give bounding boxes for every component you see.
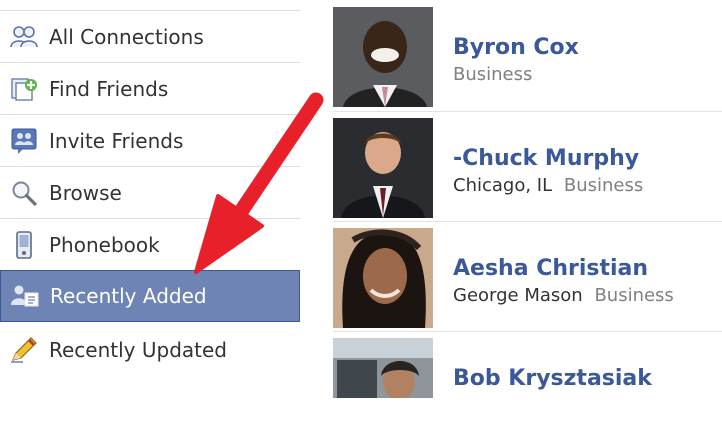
sidebar-item-label: Find Friends [49,76,169,101]
sidebar-item-label: Invite Friends [49,128,184,153]
friend-name[interactable]: Aesha Christian [453,256,674,281]
friend-details: Chicago, IL Business [453,175,643,196]
friend-row[interactable]: Bob Krysztasiak [333,338,722,448]
friend-info: Byron Cox Business [453,35,579,85]
profile-photo[interactable] [333,338,433,398]
magnifier-icon [7,179,41,207]
friend-location: Chicago, IL [453,175,553,196]
two-people-icon [7,23,41,51]
friend-info: Aesha Christian George Mason Business [453,256,674,306]
sidebar-item-label: Recently Added [50,284,207,308]
sidebar-item-label: Recently Updated [49,338,227,362]
add-person-icon [8,282,42,310]
friend-category: Business [594,285,674,306]
phone-icon [7,230,41,259]
profile-photo[interactable] [333,228,433,328]
friend-location: George Mason [453,285,583,306]
friend-row[interactable]: -Chuck Murphy Chicago, IL Business [333,118,722,228]
sidebar-item-label: Phonebook [49,232,160,257]
friend-name[interactable]: Bob Krysztasiak [453,366,652,391]
sidebar-item-find-friends[interactable]: Find Friends [0,63,300,115]
friend-category: Business [453,64,533,85]
friend-name[interactable]: Byron Cox [453,35,579,60]
invite-friends-icon [7,127,41,155]
profile-photo[interactable] [333,7,433,107]
find-friends-icon [7,75,41,103]
friend-details: Business [453,64,579,85]
row-divider [333,111,722,112]
row-divider [333,221,722,222]
sidebar-item-recently-added[interactable]: Recently Added [0,270,300,322]
profile-photo[interactable] [333,118,433,218]
friend-row[interactable]: Aesha Christian George Mason Business [333,228,722,338]
friend-category: Business [563,175,644,196]
friend-info: Bob Krysztasiak [453,366,652,391]
sidebar-item-all-connections[interactable]: All Connections [0,11,300,63]
sidebar-item-invite-friends[interactable]: Invite Friends [0,115,300,167]
connections-sidebar: All Connections Find Friends Invite Frie [0,0,300,398]
friend-row[interactable]: Byron Cox Business [333,7,722,117]
row-divider [333,331,722,332]
pencil-icon [7,336,41,364]
friend-details: George Mason Business [453,285,674,306]
friend-name[interactable]: -Chuck Murphy [453,146,643,171]
sidebar-item-label: All Connections [49,24,204,49]
sidebar-item-recently-updated[interactable]: Recently Updated [0,324,300,376]
friend-info: -Chuck Murphy Chicago, IL Business [453,146,643,196]
sidebar-item-label: Browse [49,180,122,205]
sidebar-item-phonebook[interactable]: Phonebook [0,219,300,271]
sidebar-item-browse[interactable]: Browse [0,167,300,219]
